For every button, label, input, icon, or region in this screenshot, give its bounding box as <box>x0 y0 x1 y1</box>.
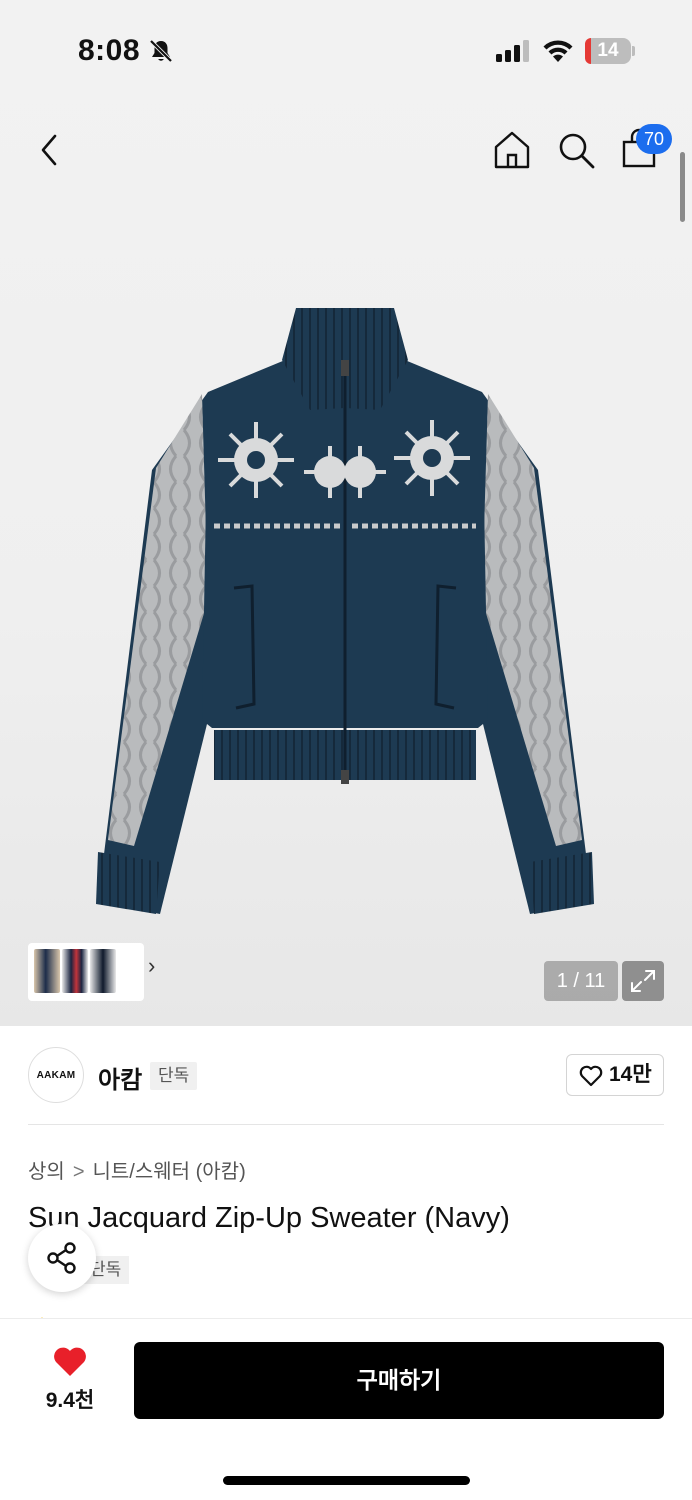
battery-icon: 14 <box>585 38 631 64</box>
product-image[interactable] <box>90 300 600 920</box>
share-button[interactable] <box>28 1224 96 1292</box>
product-gallery: 8:08 14 70 › 1 / 11 <box>0 0 692 1026</box>
divider <box>28 1124 664 1125</box>
breadcrumb-separator: > <box>72 1161 85 1183</box>
bell-slash-icon <box>149 39 173 63</box>
brand-name[interactable]: 아캄 <box>98 1060 142 1095</box>
status-bar: 8:08 14 <box>0 0 692 100</box>
scroll-indicator[interactable] <box>680 152 685 222</box>
share-icon <box>47 1242 76 1274</box>
chevron-right-icon[interactable]: › <box>148 953 155 979</box>
cart-count-badge[interactable]: 70 <box>636 124 672 154</box>
wish-count: 9.4천 <box>45 1389 95 1412</box>
battery-level-text: 14 <box>597 40 619 61</box>
home-indicator[interactable] <box>223 1476 470 1485</box>
thumbnail[interactable] <box>62 949 88 993</box>
image-counter: 1 / 11 <box>544 961 618 1001</box>
thumbnail[interactable] <box>34 949 60 993</box>
status-time: 8:08 <box>78 34 141 67</box>
breadcrumb-item[interactable]: 니트/스웨터 (아캄) <box>93 1161 246 1183</box>
search-icon[interactable] <box>554 128 598 172</box>
brand-exclusive-tag: 단독 <box>150 1062 198 1090</box>
expand-icon[interactable] <box>622 961 664 1001</box>
heart-filled-icon[interactable] <box>52 1346 88 1378</box>
breadcrumb-item[interactable]: 상의 <box>28 1161 65 1183</box>
breadcrumb: 상의 > 니트/스웨터 (아캄) <box>28 1155 246 1184</box>
home-icon[interactable] <box>490 128 534 172</box>
cellular-signal-icon <box>496 40 529 62</box>
thumbnail-strip[interactable]: › <box>28 943 155 1001</box>
battery-cap <box>632 46 635 56</box>
product-title: Sun Jacquard Zip-Up Sweater (Navy) <box>28 1202 510 1234</box>
brand-like-count: 14만 <box>609 1063 652 1086</box>
back-arrow-icon[interactable] <box>28 128 72 172</box>
brand-logo[interactable]: AAKAM <box>28 1047 84 1103</box>
wifi-icon <box>543 40 573 62</box>
heart-outline-icon <box>579 1065 603 1087</box>
buy-button[interactable]: 구매하기 <box>134 1342 664 1419</box>
brand-like-button[interactable]: 14만 <box>566 1054 664 1096</box>
thumbnail[interactable] <box>90 949 116 993</box>
